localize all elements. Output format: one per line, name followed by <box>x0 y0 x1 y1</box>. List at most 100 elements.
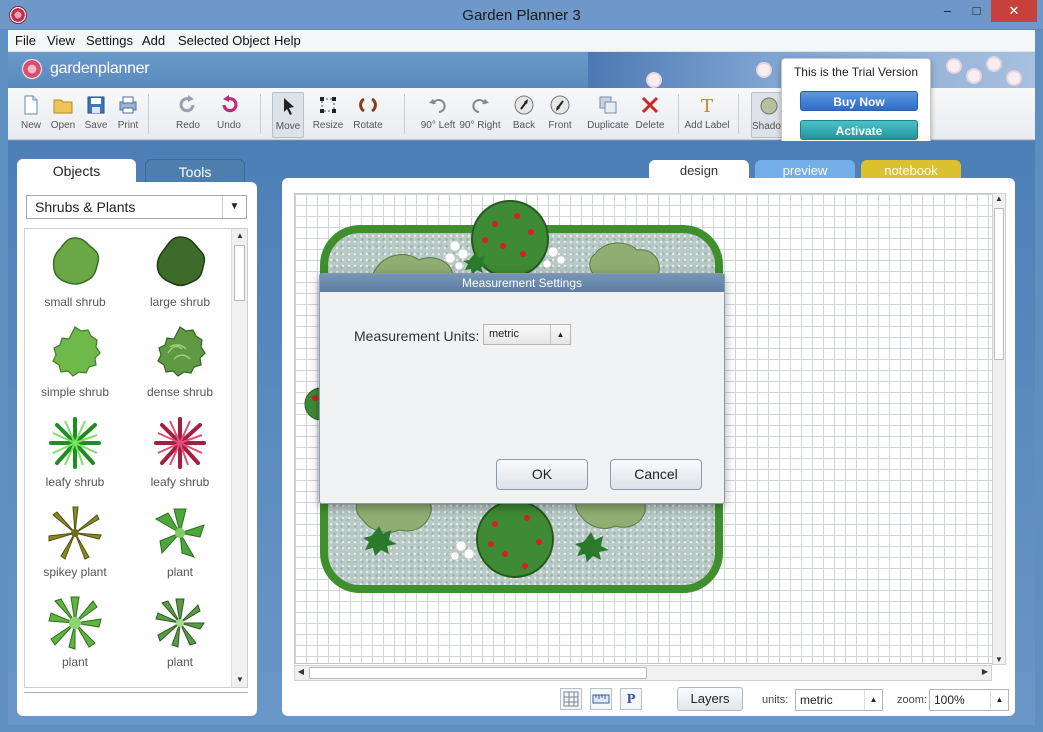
units-select[interactable]: metric ▲ <box>795 689 883 711</box>
scrollbar-thumb[interactable] <box>234 245 245 301</box>
trial-message: This is the Trial Version <box>793 65 919 79</box>
rotate-button[interactable]: Rotate <box>348 92 388 138</box>
duplicate-button[interactable]: Duplicate <box>586 92 630 138</box>
list-item[interactable]: leafy shrub <box>130 413 230 503</box>
rotate-left-button[interactable]: 90° Left <box>418 92 458 138</box>
menu-add[interactable]: Add <box>142 33 165 48</box>
bring-front-icon <box>550 95 570 115</box>
resize-button[interactable]: Resize <box>308 92 348 138</box>
units-value: metric <box>800 693 833 707</box>
grid-icon <box>563 691 579 707</box>
delete-button[interactable]: Delete <box>630 92 670 138</box>
scrollbar-thumb[interactable] <box>309 667 647 679</box>
rotate-right-button[interactable]: 90° Right <box>459 92 501 138</box>
tab-tools[interactable]: Tools <box>145 159 245 183</box>
ruler-toggle-button[interactable] <box>590 688 612 710</box>
menu-settings[interactable]: Settings <box>86 33 133 48</box>
plant-icon <box>155 598 205 648</box>
front-button[interactable]: Front <box>540 92 580 138</box>
list-item[interactable]: large shrub <box>130 233 230 323</box>
scroll-left-icon[interactable]: ◀ <box>295 667 307 676</box>
back-button[interactable]: Back <box>504 92 544 138</box>
measurement-units-select[interactable]: metric ▲ <box>483 324 571 345</box>
list-item[interactable]: spikey plant <box>25 503 125 593</box>
scroll-down-icon[interactable]: ▼ <box>993 655 1005 664</box>
toolbar-divider <box>738 94 739 134</box>
dialog-title: Measurement Settings <box>320 274 724 292</box>
undo-icon <box>222 95 238 113</box>
menu-view[interactable]: View <box>47 33 75 48</box>
maximize-button[interactable]: □ <box>962 0 991 22</box>
add-label-button[interactable]: T Add Label <box>684 92 730 138</box>
window-title: Garden Planner 3 <box>462 7 581 24</box>
zoom-value: 100% <box>934 693 965 707</box>
cancel-button[interactable]: Cancel <box>610 459 702 490</box>
brand-flower-icon <box>22 59 42 79</box>
brand-logo-text: gardenplanner <box>50 60 150 77</box>
chevron-up-icon[interactable]: ▲ <box>550 325 570 344</box>
scrollbar-thumb[interactable] <box>994 208 1004 360</box>
plant-list: small shrub large shrub simple shrub den… <box>24 228 248 688</box>
list-item[interactable]: small shrub <box>25 233 125 323</box>
list-item[interactable]: plant <box>130 503 230 593</box>
spikey-plant-icon <box>48 506 102 560</box>
simple-shrub-icon <box>52 326 101 377</box>
rotate-left-icon <box>429 99 446 113</box>
trial-popup: This is the Trial Version Buy Now Activa… <box>781 58 931 150</box>
buy-now-button[interactable]: Buy Now <box>800 91 918 111</box>
list-item[interactable]: plant <box>130 593 230 683</box>
activate-button[interactable]: Activate <box>800 120 918 140</box>
new-document-icon <box>24 95 38 115</box>
title-bar: Garden Planner 3 – □ ✕ <box>0 0 1043 30</box>
layers-button[interactable]: Layers <box>677 687 743 711</box>
list-item[interactable]: simple shrub <box>25 323 125 413</box>
minimize-button[interactable]: – <box>933 0 962 22</box>
toolbar-divider <box>678 94 679 134</box>
list-item[interactable]: dense shrub <box>130 323 230 413</box>
dense-shrub-icon <box>157 326 206 377</box>
white-flower-cluster[interactable] <box>450 540 475 561</box>
menu-selected-object[interactable]: Selected Object <box>178 33 270 48</box>
list-item[interactable]: plant <box>25 593 125 683</box>
chevron-up-icon[interactable]: ▲ <box>990 690 1008 710</box>
canvas-horizontal-scrollbar[interactable]: ◀ ▶ <box>294 665 992 681</box>
delete-x-icon <box>641 96 659 114</box>
objects-panel: Shrubs & Plants ▼ small shrub large shru… <box>17 182 257 716</box>
grid-toggle-button[interactable] <box>560 688 582 710</box>
scroll-right-icon[interactable]: ▶ <box>979 667 991 676</box>
pointer-arrow-icon <box>284 98 294 115</box>
category-select[interactable]: Shrubs & Plants ▼ <box>26 195 247 219</box>
scroll-up-icon[interactable]: ▲ <box>993 194 1005 203</box>
measurement-units-label: Measurement Units: <box>354 328 480 344</box>
plant-list-scrollbar[interactable]: ▲ ▼ <box>231 229 247 687</box>
p-toggle-button[interactable]: P <box>620 688 642 710</box>
scroll-down-icon[interactable]: ▼ <box>232 673 247 687</box>
chevron-up-icon[interactable]: ▲ <box>864 690 882 710</box>
tab-objects[interactable]: Objects <box>17 159 136 183</box>
berry-shrub[interactable] <box>476 500 554 578</box>
menu-file[interactable]: File <box>15 33 36 48</box>
units-label: units: <box>762 694 789 706</box>
chevron-down-icon[interactable]: ▼ <box>222 196 246 218</box>
print-button[interactable]: Print <box>108 92 148 138</box>
measurement-settings-dialog: Measurement Settings Measurement Units: … <box>319 273 725 504</box>
measurement-units-value: metric <box>489 328 519 340</box>
plant-icon <box>48 596 102 650</box>
shadow-icon <box>760 97 778 115</box>
canvas-vertical-scrollbar[interactable]: ▲ ▼ <box>992 193 1006 665</box>
send-back-icon <box>514 95 534 115</box>
undo-button[interactable]: Undo <box>209 92 249 138</box>
large-shrub-icon <box>156 236 206 287</box>
leafy-shrub-icon <box>49 417 101 469</box>
resize-icon <box>320 97 336 113</box>
scroll-up-icon[interactable]: ▲ <box>232 229 247 243</box>
redo-button[interactable]: Redo <box>168 92 208 138</box>
ok-button[interactable]: OK <box>496 459 588 490</box>
zoom-select[interactable]: 100% ▲ <box>929 689 1009 711</box>
close-button[interactable]: ✕ <box>991 0 1037 22</box>
plant-icon <box>154 508 205 558</box>
menu-help[interactable]: Help <box>274 33 301 48</box>
menu-bar: File View Settings Add Selected Object H… <box>8 30 1035 52</box>
list-item[interactable]: leafy shrub <box>25 413 125 503</box>
move-button[interactable]: Move <box>272 92 304 138</box>
